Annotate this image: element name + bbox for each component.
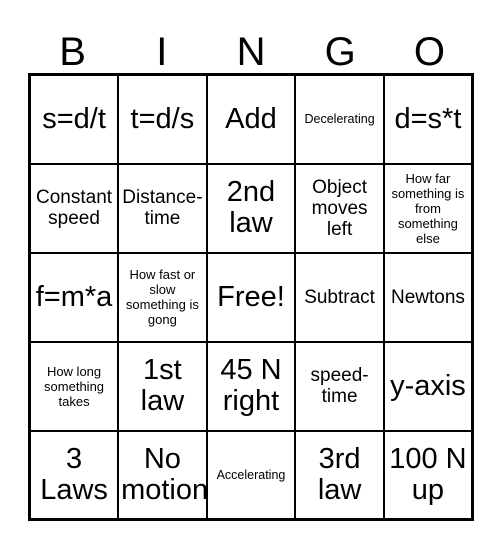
- bingo-cell-label: Decelerating: [304, 112, 375, 127]
- bingo-cell-label: 1st law: [140, 354, 185, 417]
- bingo-cell-label: Accelerating: [216, 467, 286, 482]
- bingo-cell-label: 100 N up: [389, 442, 467, 506]
- bingo-cell[interactable]: 2nd law: [205, 162, 297, 254]
- bingo-header-letter-i: I: [156, 30, 168, 74]
- bingo-cell-label: 45 N right: [220, 354, 282, 417]
- bingo-cell-label: Constant speed: [36, 187, 113, 229]
- bingo-card: B I N G O s=d/t t=d/s Add Decelerating d…: [28, 12, 474, 521]
- bingo-cell-free[interactable]: Free!: [205, 251, 297, 343]
- bingo-cell[interactable]: f=m*a: [28, 251, 120, 343]
- bingo-cell[interactable]: speed-time: [294, 340, 385, 432]
- bingo-row: 3 Laws No motion Accelerating 3rd law 10…: [28, 429, 474, 521]
- bingo-cell-label: f=m*a: [35, 280, 113, 313]
- bingo-cell[interactable]: y-axis: [382, 340, 474, 432]
- bingo-row: How long something takes 1st law 45 N ri…: [28, 340, 474, 432]
- bingo-cell[interactable]: 1st law: [117, 340, 208, 432]
- bingo-cell[interactable]: Decelerating: [294, 73, 385, 165]
- bingo-row: f=m*a How fast or slow something is gong…: [28, 251, 474, 343]
- bingo-cell-label: How fast or slow something is gong: [125, 267, 199, 327]
- bingo-cell[interactable]: s=d/t: [28, 73, 120, 165]
- bingo-cell[interactable]: Subtract: [294, 251, 385, 343]
- bingo-cell[interactable]: t=d/s: [117, 73, 208, 165]
- bingo-cell-label: How long something takes: [44, 363, 105, 409]
- bingo-header-letter-b: B: [59, 30, 86, 74]
- bingo-cell[interactable]: Newtons: [382, 251, 474, 343]
- bingo-header-letter-o: O: [413, 30, 445, 74]
- bingo-cell[interactable]: How fast or slow something is gong: [117, 251, 208, 343]
- bingo-row: Constant speed Distance-time 2nd law Obj…: [28, 162, 474, 254]
- bingo-cell-label: 2nd law: [226, 176, 276, 239]
- bingo-grid: s=d/t t=d/s Add Decelerating d=s*t Const…: [28, 73, 474, 521]
- bingo-cell-label: Distance-time: [122, 187, 203, 229]
- bingo-cell-label: Object moves left: [311, 176, 368, 240]
- bingo-cell-label: s=d/t: [42, 102, 106, 135]
- bingo-header-letter-n: N: [236, 30, 266, 74]
- bingo-cell[interactable]: Distance-time: [117, 162, 208, 254]
- bingo-cell-label: No motion: [121, 442, 207, 506]
- bingo-cell-label: speed-time: [310, 365, 369, 407]
- bingo-grid-body: s=d/t t=d/s Add Decelerating d=s*t Const…: [28, 73, 474, 521]
- bingo-cell-label: Add: [225, 102, 277, 135]
- bingo-cell[interactable]: No motion: [117, 429, 208, 521]
- bingo-cell[interactable]: Constant speed: [28, 162, 120, 254]
- bingo-cell[interactable]: 3 Laws: [28, 429, 120, 521]
- bingo-cell-label: y-axis: [390, 369, 466, 402]
- bingo-cell[interactable]: 45 N right: [205, 340, 297, 432]
- bingo-cell[interactable]: Object moves left: [294, 162, 385, 254]
- bingo-cell-label: Subtract: [304, 286, 375, 308]
- bingo-header-row: B I N G O: [28, 12, 474, 73]
- bingo-cell[interactable]: How far something is from something else: [382, 162, 474, 254]
- bingo-cell[interactable]: 100 N up: [382, 429, 474, 521]
- bingo-cell[interactable]: How long something takes: [28, 340, 120, 432]
- bingo-row: s=d/t t=d/s Add Decelerating d=s*t: [28, 73, 474, 165]
- bingo-cell-label: d=s*t: [394, 102, 462, 135]
- bingo-cell[interactable]: Add: [205, 73, 297, 165]
- bingo-cell[interactable]: d=s*t: [382, 73, 474, 165]
- bingo-cell-label: 3 Laws: [40, 442, 108, 506]
- bingo-cell[interactable]: Accelerating: [205, 429, 297, 521]
- bingo-cell[interactable]: 3rd law: [294, 429, 385, 521]
- bingo-cell-label: t=d/s: [130, 102, 195, 135]
- bingo-header-letter-g: G: [324, 30, 356, 74]
- bingo-cell-label: Newtons: [390, 286, 465, 308]
- bingo-cell-label: Free!: [217, 280, 285, 313]
- bingo-cell-label: How far something is from something else: [391, 170, 465, 246]
- bingo-cell-label: 3rd law: [317, 442, 362, 506]
